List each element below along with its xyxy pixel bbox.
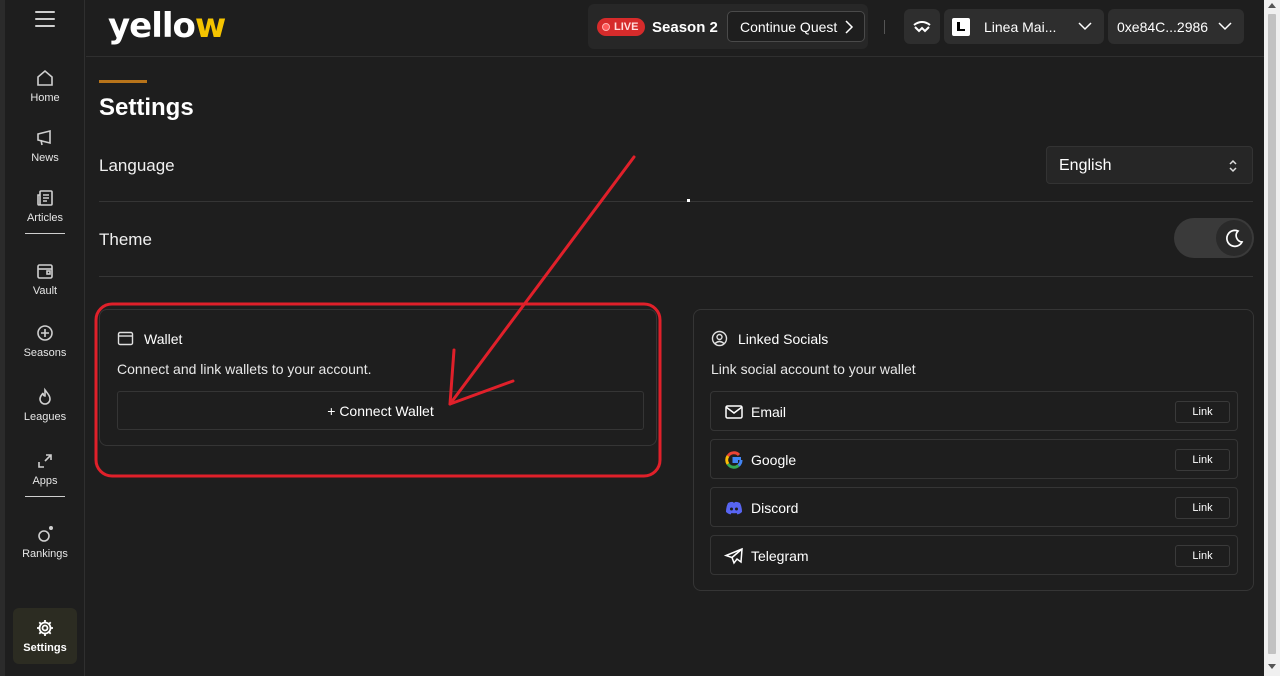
social-name: Google xyxy=(751,452,797,468)
gear-icon xyxy=(37,620,53,636)
linea-network-icon xyxy=(952,17,970,36)
account-address-button[interactable]: 0xe84C...2986 xyxy=(1108,9,1244,44)
live-badge: LIVE xyxy=(597,18,646,36)
network-selector[interactable]: Linea Mai... xyxy=(944,9,1104,44)
theme-toggle[interactable] xyxy=(1174,218,1254,258)
socials-card-header: Linked Socials xyxy=(711,330,828,347)
live-label: LIVE xyxy=(614,21,639,33)
chevron-right-icon xyxy=(845,20,854,34)
sidebar-item-rankings[interactable]: Rankings xyxy=(13,514,77,570)
google-icon xyxy=(725,451,743,469)
language-label: Language xyxy=(99,156,175,175)
language-select[interactable]: English xyxy=(1046,146,1253,184)
link-email-button[interactable]: Link xyxy=(1175,401,1230,423)
scroll-thumb[interactable] xyxy=(1268,14,1276,654)
sidebar-item-settings[interactable]: Settings xyxy=(13,608,77,664)
cursor-dot xyxy=(687,199,690,202)
wallet-icon xyxy=(117,331,134,346)
moon-icon xyxy=(1226,229,1244,248)
wallet-description: Connect and link wallets to your account… xyxy=(117,361,372,377)
chevron-up-down-icon xyxy=(1229,159,1237,173)
sidebar-item-vault[interactable]: Vault xyxy=(13,251,77,307)
social-row-email: Email Link xyxy=(710,391,1238,431)
chevron-down-icon xyxy=(1218,22,1232,31)
user-circle-icon xyxy=(711,330,728,347)
social-row-google: Google Link xyxy=(710,439,1238,479)
socials-description: Link social account to your wallet xyxy=(711,361,916,377)
sidebar-item-label: Vault xyxy=(32,285,58,297)
sidebar-item-articles[interactable]: Articles xyxy=(13,178,77,234)
address-label: 0xe84C...2986 xyxy=(1117,18,1209,35)
sidebar-item-seasons[interactable]: Seasons xyxy=(13,313,77,369)
logo-accent: w xyxy=(194,6,226,46)
link-discord-button[interactable]: Link xyxy=(1175,497,1230,519)
social-row-telegram: Telegram Link xyxy=(710,535,1238,575)
scroll-up-arrow-icon[interactable] xyxy=(1268,3,1276,8)
sidebar-item-label: Apps xyxy=(32,475,58,487)
socials-title: Linked Socials xyxy=(738,330,829,347)
wallet-card-header: Wallet xyxy=(117,330,182,347)
wallet-title: Wallet xyxy=(144,330,183,347)
continue-quest-label: Continue Quest xyxy=(740,18,838,35)
walletconnect-icon xyxy=(913,20,931,32)
scrollbar[interactable] xyxy=(1264,0,1280,676)
sidebar-item-label: Rankings xyxy=(22,548,68,560)
rankings-icon xyxy=(38,525,54,542)
sidebar-item-news[interactable]: News xyxy=(13,118,77,174)
chevron-down-icon xyxy=(1078,22,1092,31)
flame-icon xyxy=(39,387,51,405)
wallet-card: Wallet Connect and link wallets to your … xyxy=(99,309,657,446)
header-divider xyxy=(884,20,885,34)
home-icon xyxy=(37,69,53,86)
sidebar-item-label: Seasons xyxy=(23,347,67,359)
sidebar-divider xyxy=(25,233,65,234)
row-divider xyxy=(99,201,1253,202)
linked-socials-card: Linked Socials Link social account to yo… xyxy=(693,309,1254,591)
social-name: Email xyxy=(751,404,787,420)
sidebar-divider xyxy=(25,496,65,497)
article-icon xyxy=(37,190,53,206)
sidebar-item-label: Leagues xyxy=(23,411,67,423)
hamburger-menu-icon[interactable] xyxy=(35,11,55,29)
toggle-knob xyxy=(1216,220,1252,256)
social-name: Telegram xyxy=(751,548,809,564)
walletconnect-button[interactable] xyxy=(904,9,940,44)
link-telegram-button[interactable]: Link xyxy=(1175,545,1230,567)
sidebar-item-label: Articles xyxy=(26,212,64,224)
sidebar-item-label: Home xyxy=(30,92,60,104)
telegram-icon xyxy=(724,547,743,565)
season-label: Season 2 xyxy=(652,19,718,36)
continue-quest-button[interactable]: Continue Quest xyxy=(727,11,865,42)
sidebar-item-home[interactable]: Home xyxy=(13,58,77,114)
title-accent-bar xyxy=(99,80,147,83)
page-title: Settings xyxy=(99,94,194,121)
vault-icon xyxy=(37,264,53,279)
connect-wallet-button[interactable]: + Connect Wallet xyxy=(117,391,644,430)
social-name: Discord xyxy=(751,500,799,516)
sidebar: Home News Articles Vault Seasons Leagues… xyxy=(5,0,85,676)
language-value: English xyxy=(1059,157,1112,174)
apps-icon xyxy=(38,454,52,468)
link-google-button[interactable]: Link xyxy=(1175,449,1230,471)
sidebar-item-leagues[interactable]: Leagues xyxy=(13,377,77,433)
theme-label: Theme xyxy=(99,230,152,249)
seasons-icon xyxy=(37,325,53,341)
logo-text: yell xyxy=(108,6,174,46)
live-dot-icon xyxy=(602,23,610,31)
sidebar-item-apps[interactable]: Apps xyxy=(13,441,77,497)
season-banner: LIVE Season 2 Continue Quest xyxy=(588,4,868,49)
top-bar: yellow LIVE Season 2 Continue Quest Line… xyxy=(86,0,1264,57)
row-divider xyxy=(99,276,1253,277)
sidebar-item-label: News xyxy=(31,152,59,164)
mail-icon xyxy=(725,405,743,419)
yellow-logo[interactable]: yellow xyxy=(108,6,226,46)
logo-o: o xyxy=(172,6,196,46)
network-label: Linea Mai... xyxy=(984,18,1057,35)
megaphone-icon xyxy=(37,129,51,146)
scroll-down-arrow-icon[interactable] xyxy=(1268,664,1276,669)
discord-icon xyxy=(726,501,742,515)
sidebar-item-label: Settings xyxy=(23,642,67,654)
social-row-discord: Discord Link xyxy=(710,487,1238,527)
